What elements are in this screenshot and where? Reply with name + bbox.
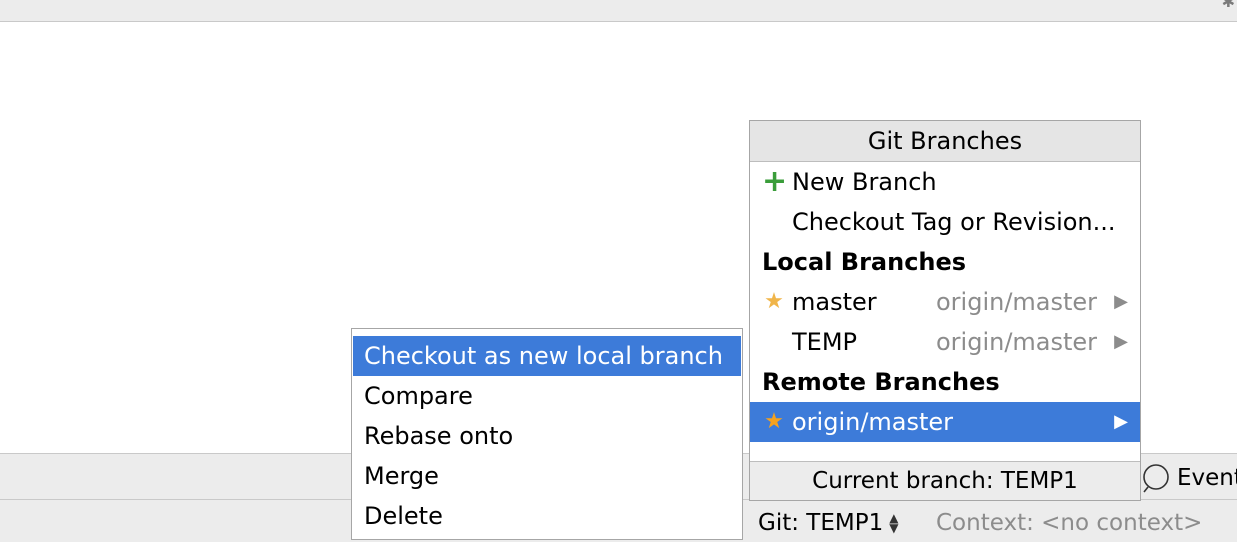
checkout-tag-label: Checkout Tag or Revision... — [792, 208, 1116, 236]
merge-item[interactable]: Merge — [353, 456, 741, 496]
remote-branches-heading: Remote Branches — [762, 368, 1000, 396]
popup-title: Git Branches — [750, 121, 1140, 162]
git-branches-popup: Git Branches + New Branch Checkout Tag o… — [749, 120, 1141, 501]
tracking-branch: origin/master — [936, 288, 1098, 316]
new-branch-label: New Branch — [792, 168, 937, 196]
up-down-arrows-icon: ▲ ▼ — [889, 511, 899, 535]
event-log-label: Event — [1177, 465, 1237, 491]
local-branch-temp[interactable]: TEMP origin/master ▶ — [750, 322, 1140, 362]
submenu-arrow-icon: ▶ — [1114, 411, 1128, 432]
star-icon: ★ — [764, 289, 784, 314]
submenu-arrow-icon: ▶ — [1114, 291, 1128, 312]
event-log-icon — [1141, 463, 1171, 493]
tracking-branch: origin/master — [936, 328, 1098, 356]
event-log-button[interactable]: Event — [1141, 458, 1237, 498]
branch-actions-submenu: Checkout as new local branch Compare Reb… — [351, 328, 743, 540]
context-widget[interactable]: Context: <no context> — [936, 503, 1202, 543]
branch-name: TEMP — [792, 328, 858, 356]
git-branch-widget[interactable]: Git: TEMP1 ▲ ▼ — [758, 503, 898, 543]
remote-branch-origin-master[interactable]: ★ origin/master ▶ — [750, 402, 1140, 442]
current-branch-footer: Current branch: TEMP1 — [750, 461, 1140, 500]
checkout-tag-item[interactable]: Checkout Tag or Revision... — [750, 202, 1140, 242]
local-branch-master[interactable]: ★ master origin/master ▶ — [750, 282, 1140, 322]
git-branch-label: Git: TEMP1 — [758, 510, 884, 536]
plus-icon: + — [762, 164, 788, 199]
local-branches-heading: Local Branches — [762, 248, 967, 276]
delete-item[interactable]: Delete — [353, 496, 741, 536]
top-toolbar: ✱ — [0, 0, 1237, 22]
branch-name: origin/master — [792, 408, 954, 436]
compare-item[interactable]: Compare — [353, 376, 741, 416]
rebase-onto-item[interactable]: Rebase onto — [353, 416, 741, 456]
new-branch-item[interactable]: + New Branch — [750, 162, 1140, 202]
checkout-new-local-branch-item[interactable]: Checkout as new local branch — [353, 336, 741, 376]
gear-icon[interactable]: ✱ — [1222, 0, 1235, 11]
star-icon: ★ — [764, 409, 784, 434]
submenu-arrow-icon: ▶ — [1114, 331, 1128, 352]
branch-name: master — [792, 288, 877, 316]
